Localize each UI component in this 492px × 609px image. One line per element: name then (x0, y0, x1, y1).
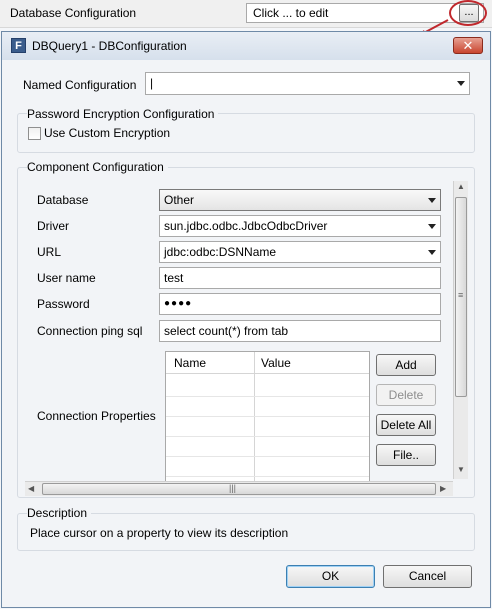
chevron-down-icon (457, 81, 465, 86)
column-header-value: Value (261, 356, 291, 370)
connection-properties-table[interactable]: Name Value (165, 351, 370, 482)
use-custom-encryption-label: Use Custom Encryption (44, 126, 171, 140)
chevron-down-icon (428, 250, 436, 255)
password-field[interactable]: ●●●● (159, 293, 441, 315)
ok-button[interactable]: OK (286, 565, 375, 588)
row-divider (166, 436, 369, 437)
file-button[interactable]: File.. (376, 444, 436, 466)
dialog-titlebar: F DBQuery1 - DBConfiguration ✕ (2, 32, 490, 60)
scroll-up-icon[interactable]: ▲ (457, 182, 465, 191)
database-value: Other (164, 193, 195, 207)
component-configuration-title: Component Configuration (27, 160, 168, 174)
url-value: jdbc:odbc:DSNName (164, 245, 277, 259)
connection-ping-label: Connection ping sql (37, 324, 143, 338)
named-configuration-value: | (150, 76, 154, 90)
chevron-down-icon (428, 224, 436, 229)
scroll-down-icon[interactable]: ▼ (457, 465, 465, 474)
row-divider (166, 396, 369, 397)
vertical-scroll-thumb[interactable]: ≡ (455, 197, 467, 397)
delete-all-button[interactable]: Delete All (376, 414, 436, 436)
username-label: User name (37, 271, 96, 285)
password-label: Password (37, 297, 90, 311)
delete-button[interactable]: Delete (376, 384, 436, 406)
table-header: Name Value (166, 352, 369, 374)
driver-combo[interactable]: sun.jdbc.odbc.JdbcOdbcDriver (159, 215, 441, 237)
column-header-name: Name (174, 356, 207, 370)
row-divider (166, 456, 369, 457)
add-button[interactable]: Add (376, 354, 436, 376)
description-title: Description (27, 506, 92, 520)
database-label: Database (37, 193, 89, 207)
description-text: Place cursor on a property to view its d… (30, 526, 289, 540)
use-custom-encryption-checkbox[interactable] (28, 127, 41, 140)
connection-ping-field[interactable]: select count(*) from tab (159, 320, 441, 342)
property-label: Database Configuration (10, 6, 137, 20)
cancel-button[interactable]: Cancel (383, 565, 472, 588)
annotation-circle (449, 0, 487, 26)
driver-label: Driver (37, 219, 69, 233)
chevron-down-icon (428, 198, 436, 203)
scroll-grip-icon: ||| (229, 483, 237, 493)
scroll-left-icon[interactable]: ◀ (28, 484, 34, 493)
db-configuration-dialog: F DBQuery1 - DBConfiguration ✕ Named Con… (1, 31, 491, 608)
app-icon: F (11, 38, 26, 53)
username-field[interactable]: test (159, 267, 441, 289)
url-label: URL (37, 245, 62, 259)
close-button[interactable]: ✕ (453, 37, 483, 54)
dialog-title: DBQuery1 - DBConfiguration (32, 39, 187, 53)
database-select[interactable]: Other (159, 189, 441, 211)
scroll-right-icon[interactable]: ▶ (440, 484, 446, 493)
row-divider (166, 476, 369, 477)
row-divider (166, 416, 369, 417)
horizontal-scroll-thumb[interactable]: ||| (42, 483, 436, 495)
password-encryption-title: Password Encryption Configuration (27, 107, 219, 121)
driver-value: sun.jdbc.odbc.JdbcOdbcDriver (164, 219, 328, 233)
scroll-grip-icon: ≡ (458, 290, 464, 300)
horizontal-scrollbar[interactable]: ◀ ||| ▶ (25, 481, 453, 496)
url-combo[interactable]: jdbc:odbc:DSNName (159, 241, 441, 263)
connection-properties-label: Connection Properties (37, 409, 156, 423)
vertical-scrollbar[interactable]: ▲ ≡ ▼ (453, 181, 468, 479)
named-configuration-combo[interactable]: | (145, 72, 470, 95)
named-configuration-label: Named Configuration (23, 78, 137, 92)
